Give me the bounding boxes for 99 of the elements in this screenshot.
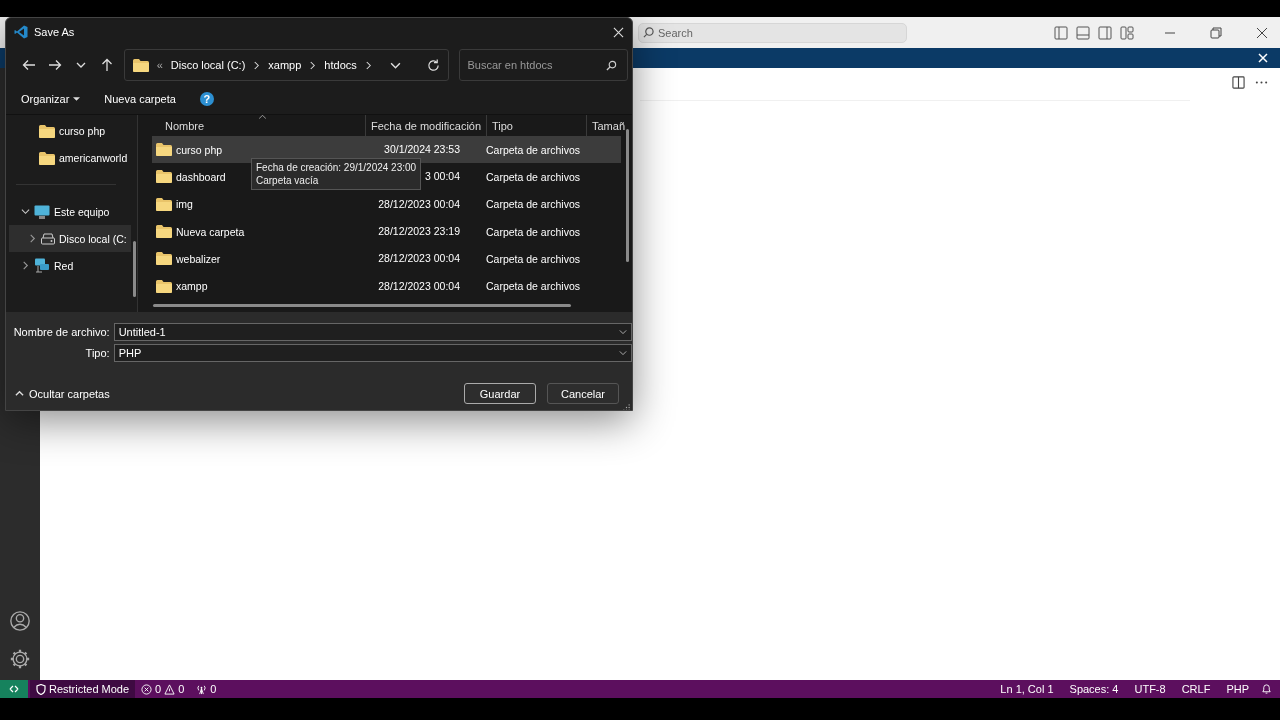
row-highlight[interactable] bbox=[152, 136, 621, 164]
search-icon bbox=[643, 27, 654, 38]
status-item[interactable]: PHP bbox=[1218, 680, 1257, 698]
folder-icon bbox=[132, 58, 149, 72]
restore-icon[interactable] bbox=[1210, 26, 1222, 39]
breadcrumb[interactable]: xampp bbox=[268, 59, 302, 71]
settings-icon[interactable] bbox=[9, 648, 31, 670]
caret-icon bbox=[73, 97, 81, 101]
sidebar-layout-icon[interactable] bbox=[1098, 25, 1112, 40]
cancel-button[interactable]: Cancelar bbox=[547, 383, 619, 404]
nav-item[interactable]: curso php bbox=[9, 118, 131, 145]
field-label: Tipo: bbox=[84, 346, 111, 359]
chevron-right-icon[interactable] bbox=[364, 60, 372, 70]
column-header[interactable]: Tamañ bbox=[587, 115, 625, 136]
drive-icon bbox=[41, 232, 55, 245]
refresh-icon[interactable] bbox=[426, 58, 440, 72]
problems-item[interactable]: 0 0 bbox=[135, 680, 191, 698]
search-icon bbox=[606, 59, 617, 71]
remote-button[interactable] bbox=[0, 680, 28, 698]
status-item[interactable]: Ln 1, Col 1 bbox=[992, 680, 1062, 698]
hide-folders-toggle[interactable]: Ocultar carpetas bbox=[15, 387, 110, 400]
file-name: curso php bbox=[176, 143, 223, 156]
status-item[interactable]: Spaces: 4 bbox=[1061, 680, 1127, 698]
search-field[interactable]: Buscar en htdocs bbox=[458, 49, 628, 81]
organize-menu[interactable]: Organizar bbox=[21, 93, 81, 105]
split-editor-icon[interactable] bbox=[1232, 76, 1245, 89]
folder-icon bbox=[39, 124, 55, 138]
back-icon[interactable] bbox=[21, 58, 36, 72]
error-icon bbox=[141, 683, 153, 695]
file-date: 28/12/2023 00:04 bbox=[377, 279, 460, 293]
folder-icon bbox=[39, 151, 55, 165]
chevron-down-icon bbox=[619, 327, 627, 336]
chevron-right-icon[interactable] bbox=[309, 60, 317, 70]
file-name: dashboard bbox=[176, 170, 226, 183]
file-name: img bbox=[176, 198, 193, 211]
remote-icon bbox=[9, 684, 19, 694]
layout-icon[interactable] bbox=[1120, 25, 1134, 40]
bell-icon[interactable] bbox=[1261, 683, 1272, 695]
field-label: Nombre de archivo: bbox=[12, 325, 111, 338]
status-item[interactable]: CRLF bbox=[1173, 680, 1219, 698]
folder-icon bbox=[156, 279, 172, 293]
nav-item[interactable]: americanworld bbox=[9, 144, 131, 172]
account-icon[interactable] bbox=[9, 610, 31, 632]
breadcrumb[interactable]: Disco local (C:) bbox=[170, 59, 246, 71]
file-date: 28/12/2023 00:04 bbox=[377, 252, 460, 266]
filename-field[interactable]: Untitled-1 bbox=[113, 322, 632, 341]
file-type: Carpeta de archivos bbox=[486, 252, 580, 265]
ports-item[interactable]: 0 bbox=[190, 680, 223, 698]
tooltip-text: Carpeta vacía bbox=[256, 174, 320, 187]
file-type: Carpeta de archivos bbox=[486, 198, 580, 211]
file-type: Carpeta de archivos bbox=[486, 170, 580, 183]
folder-icon bbox=[156, 170, 172, 184]
search-field[interactable]: Search bbox=[638, 22, 907, 43]
sidebar-layout-icon[interactable] bbox=[1054, 25, 1068, 40]
breadcrumb[interactable]: htdocs bbox=[324, 59, 357, 71]
file-type: Carpeta de archivos bbox=[486, 143, 580, 156]
new-folder-button[interactable]: Nueva carpeta bbox=[104, 93, 176, 105]
chevron-up-icon bbox=[15, 389, 24, 398]
help-button[interactable]: ? bbox=[199, 92, 214, 106]
file-date: 28/12/2023 00:04 bbox=[377, 197, 460, 211]
network-icon bbox=[34, 258, 50, 274]
tree-item[interactable]: Red bbox=[9, 252, 131, 279]
file-name: Nueva carpeta bbox=[176, 225, 245, 238]
file-name: xampp bbox=[176, 280, 208, 293]
file-date: 3 00:04 bbox=[423, 170, 460, 184]
antenna-icon bbox=[196, 683, 208, 695]
folder-icon bbox=[156, 252, 172, 266]
folder-icon bbox=[156, 197, 172, 211]
vscode-logo-icon bbox=[14, 25, 28, 39]
restricted-mode-item[interactable]: Restricted Mode bbox=[30, 680, 136, 698]
warning-icon bbox=[164, 683, 176, 695]
folder-icon bbox=[156, 225, 172, 239]
overflow-crumb[interactable]: « bbox=[156, 59, 163, 71]
file-name: webalizer bbox=[176, 252, 221, 265]
tree-item[interactable]: Disco local (C: bbox=[9, 225, 131, 253]
chevron-icon[interactable] bbox=[21, 261, 30, 271]
file-type: Carpeta de archivos bbox=[486, 280, 580, 293]
chevron-down-icon bbox=[619, 348, 627, 357]
status-item[interactable]: UTF-8 bbox=[1126, 680, 1174, 698]
file-date: 28/12/2023 23:19 bbox=[377, 225, 460, 239]
shield-icon bbox=[36, 683, 46, 695]
save-button[interactable]: Guardar bbox=[464, 383, 536, 404]
close-icon[interactable] bbox=[1256, 26, 1268, 39]
file-type: Carpeta de archivos bbox=[486, 225, 580, 238]
tree-item[interactable]: Este equipo bbox=[9, 198, 131, 226]
up-icon[interactable] bbox=[99, 58, 114, 72]
chevron-icon[interactable] bbox=[28, 234, 37, 244]
resize-grip-icon bbox=[623, 404, 630, 410]
computer-icon bbox=[34, 205, 50, 219]
tooltip-text: Fecha de creación: 29/1/2024 23:00 bbox=[256, 161, 417, 174]
forward-icon[interactable] bbox=[47, 58, 62, 72]
address-bar[interactable]: « Disco local (C:) xampp htdocs bbox=[123, 49, 449, 81]
chevron-right-icon[interactable] bbox=[253, 60, 261, 70]
chevron-down-icon[interactable] bbox=[75, 60, 86, 70]
file-date: 30/1/2024 23:53 bbox=[383, 143, 460, 157]
chevron-icon[interactable] bbox=[21, 207, 30, 217]
panel-layout-icon[interactable] bbox=[1076, 25, 1090, 40]
type-dropdown[interactable]: PHP bbox=[113, 343, 632, 362]
dialog-title: Save As bbox=[34, 26, 75, 38]
